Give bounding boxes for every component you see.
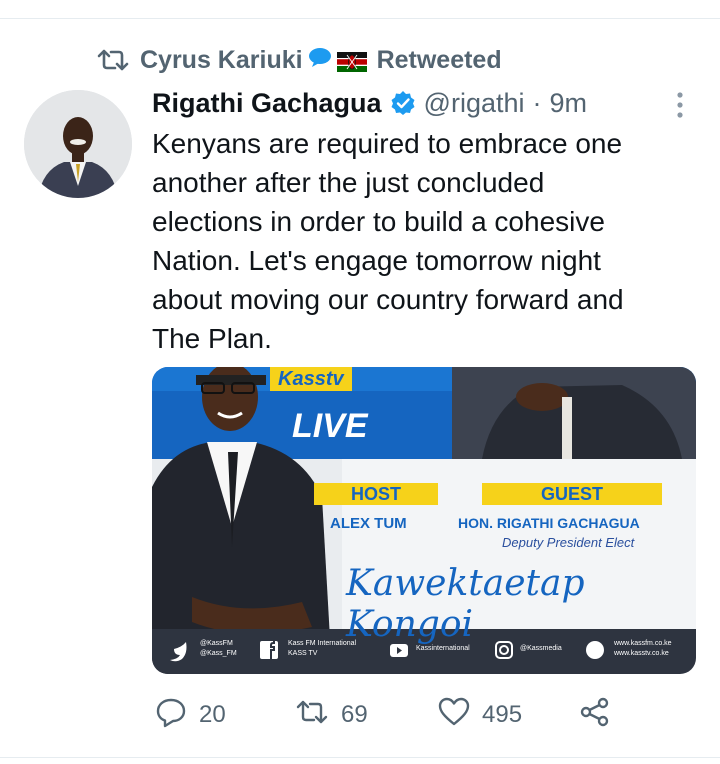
retweet-icon — [96, 47, 130, 73]
guest-label: GUEST — [482, 483, 662, 505]
guest-name: HON. RIGATHI GACHAGUA — [458, 515, 640, 531]
footer-instagram: @Kassmedia — [520, 645, 562, 652]
host-label: HOST — [314, 483, 438, 505]
retweet-icon — [295, 698, 329, 733]
tweet-header: Rigathi Gachagua @rigathi · 9m — [152, 84, 587, 122]
retweet-count: 69 — [341, 701, 368, 728]
speech-bubble-icon — [307, 46, 333, 75]
reply-count: 20 — [199, 701, 226, 728]
retweet-button[interactable]: 69 — [295, 698, 368, 732]
like-button[interactable]: 495 — [438, 697, 523, 734]
reply-button[interactable]: 20 — [155, 698, 226, 732]
verified-badge-icon — [390, 90, 416, 116]
footer-facebook: Kass FM International KASS TV — [288, 640, 357, 657]
heart-icon — [438, 697, 470, 734]
author-name[interactable]: Rigathi Gachagua — [152, 88, 382, 119]
share-icon — [579, 696, 611, 735]
host-name: ALEX TUM — [330, 515, 407, 532]
tweet-action-bar: 20 69 495 — [155, 696, 625, 735]
tweet-timestamp[interactable]: 9m — [550, 88, 588, 119]
bottom-divider — [0, 757, 720, 758]
author-avatar[interactable] — [24, 90, 132, 198]
footer-youtube: Kassinternational — [416, 645, 470, 652]
author-handle[interactable]: @rigathi — [424, 88, 525, 119]
brand-logo: Kasstv — [270, 367, 352, 391]
footer-website: www.kassfm.co.ke www.kasstv.co.ke — [614, 640, 672, 657]
more-vertical-icon[interactable] — [670, 90, 690, 120]
tweet-media-image[interactable]: Kasstv LIVE HOST ALEX TUM GUEST HON. RIG… — [152, 367, 696, 674]
live-label: LIVE — [292, 407, 368, 445]
share-button[interactable] — [579, 696, 611, 735]
kenya-flag-icon — [336, 50, 367, 72]
footer-twitter: @KassFM @Kass_FM — [200, 640, 237, 657]
separator-dot: · — [532, 87, 542, 118]
retweet-context[interactable]: Cyrus Kariuki Retweeted — [96, 44, 502, 76]
show-name: Kawektaetap Kongoi — [346, 563, 585, 645]
retweeter-name[interactable]: Cyrus Kariuki — [140, 46, 303, 75]
tweet-text: Kenyans are required to embrace one anot… — [152, 128, 624, 354]
like-count: 495 — [482, 701, 523, 728]
top-divider — [0, 18, 720, 19]
reply-icon — [155, 696, 187, 735]
retweeted-label: Retweeted — [376, 45, 502, 74]
guest-title: Deputy President Elect — [502, 535, 635, 550]
